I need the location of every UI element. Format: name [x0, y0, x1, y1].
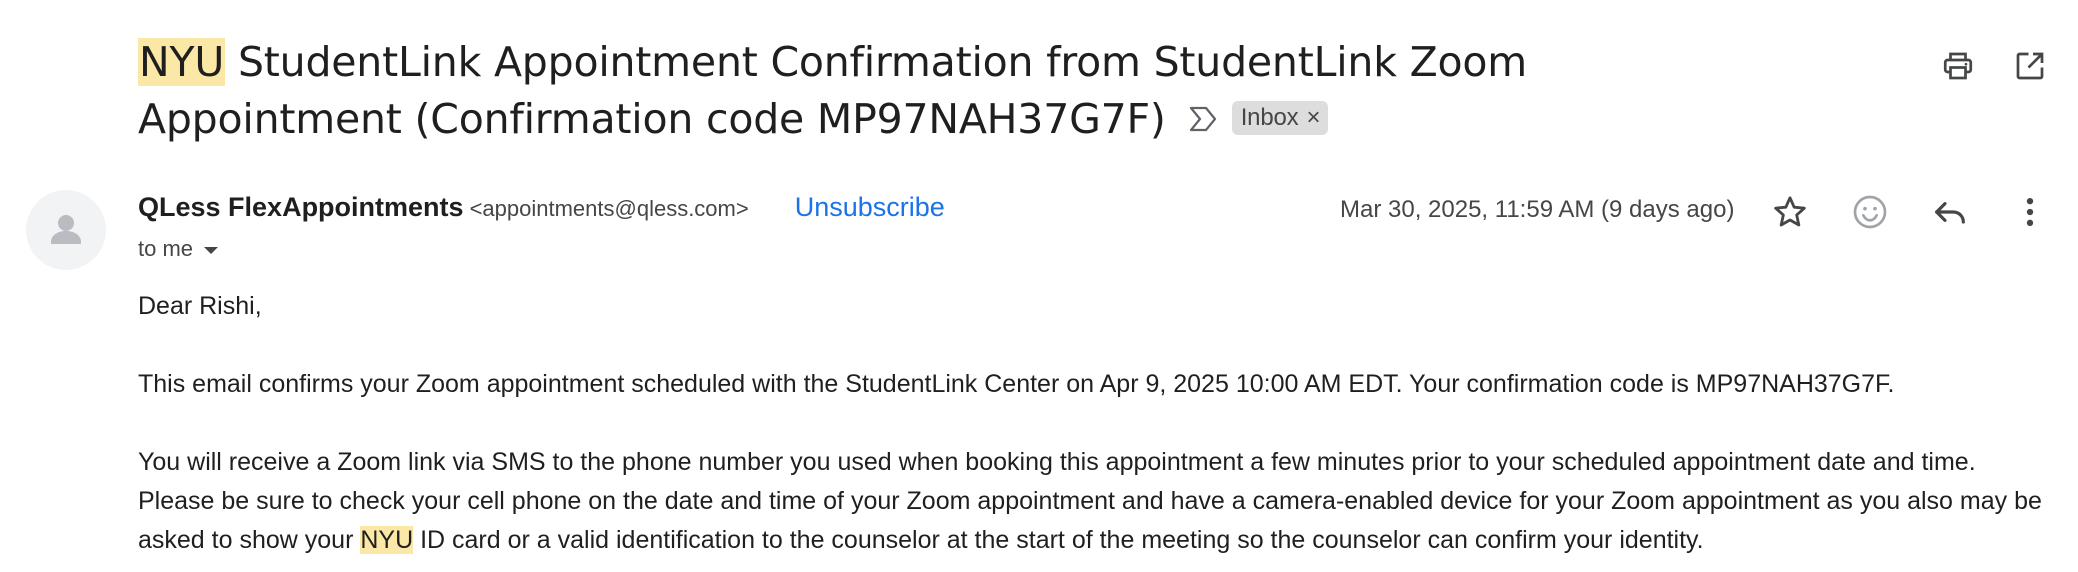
star-icon[interactable] — [1770, 192, 1810, 232]
paragraph-2-text-end: ID card or a valid identification to the… — [413, 526, 1704, 554]
message-date: Mar 30, 2025, 11:59 AM (9 days ago) — [1340, 196, 1735, 223]
paragraph-2-highlight: NYU — [360, 526, 414, 554]
body-paragraph-1: This email confirms your Zoom appointmen… — [138, 370, 1895, 398]
inbox-label-chip: Inbox × — [1231, 101, 1329, 135]
email-view: NYU StudentLink Appointment Confirmation… — [0, 0, 2078, 572]
more-options-icon[interactable] — [2010, 192, 2050, 232]
subject-highlight: NYU — [138, 38, 226, 86]
recipient-text: to me — [138, 236, 194, 261]
sender-info: QLess FlexAppointments <appointments@qle… — [138, 192, 945, 230]
sender-name[interactable]: QLess FlexAppointments — [138, 192, 464, 223]
open-in-new-window-icon[interactable] — [2012, 48, 2048, 84]
sender-email: <appointments@qless.com> — [469, 196, 749, 221]
email-subject: NYU StudentLink Appointment Confirmation… — [138, 34, 1798, 151]
person-icon — [51, 215, 81, 244]
unsubscribe-link[interactable]: Unsubscribe — [795, 192, 945, 223]
reply-icon[interactable] — [1930, 192, 1970, 232]
emoji-reaction-icon[interactable] — [1850, 192, 1890, 232]
print-icon[interactable] — [1940, 48, 1976, 84]
body-paragraph-2: You will receive a Zoom link via SMS to … — [138, 443, 2058, 560]
chevron-down-icon — [203, 236, 219, 262]
inbox-label-text: Inbox — [1240, 104, 1299, 131]
remove-label-button[interactable]: × — [1306, 101, 1320, 135]
sender-avatar[interactable] — [26, 190, 106, 270]
recipient-details-toggle[interactable]: to me — [138, 236, 219, 262]
greeting: Dear Rishi, — [138, 292, 262, 320]
importance-marker-icon[interactable] — [1188, 90, 1218, 147]
